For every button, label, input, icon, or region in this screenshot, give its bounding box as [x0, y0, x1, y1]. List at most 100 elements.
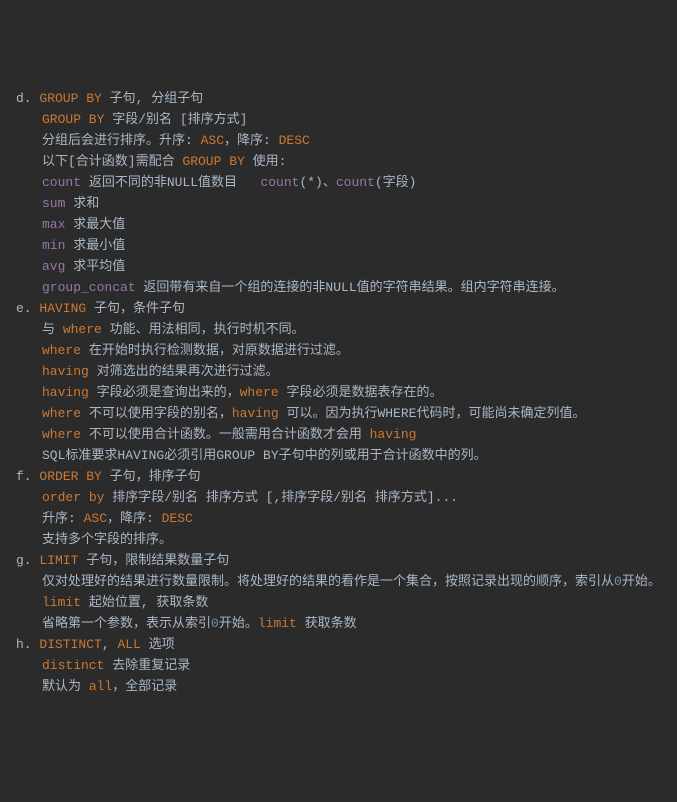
num-token: 0	[211, 616, 219, 631]
code-line: 升序: ASC，降序: DESC	[6, 508, 677, 529]
kw-token: GROUP BY	[39, 91, 101, 106]
text-token: h.	[16, 637, 39, 652]
text-token: 求最小值	[65, 238, 125, 253]
text-token: 可以。因为执行WHERE代码时，可能尚未确定列值。	[279, 406, 586, 421]
text-token: 子句，排序子句	[102, 469, 201, 484]
num-token: 0	[614, 574, 622, 589]
text-token: 不可以使用字段的别名，	[81, 406, 232, 421]
text-token: 开始。	[622, 574, 661, 589]
code-line: SQL标准要求HAVING必须引用GROUP BY子句中的列或用于合计函数中的列…	[6, 445, 677, 466]
code-line: d. GROUP BY 子句, 分组子句	[6, 88, 677, 109]
fn-token: count	[336, 175, 375, 190]
kw-token: ASC	[84, 511, 107, 526]
text-token: ，全部记录	[112, 679, 177, 694]
text-token: 字段必须是查询出来的，	[89, 385, 240, 400]
code-line: limit 起始位置, 获取条数	[6, 592, 677, 613]
text-token: ，降序:	[107, 511, 162, 526]
kw-token: having	[42, 385, 89, 400]
code-line: distinct 去除重复记录	[6, 655, 677, 676]
fn-token: sum	[42, 196, 65, 211]
kw-token: order	[42, 490, 81, 505]
text-token: 获取条数	[297, 616, 357, 631]
code-line: order by 排序字段/别名 排序方式 [,排序字段/别名 排序方式]...	[6, 487, 677, 508]
kw-token: limit	[258, 616, 297, 631]
code-line: sum 求和	[6, 193, 677, 214]
code-line: min 求最小值	[6, 235, 677, 256]
text-token: 起始位置, 获取条数	[81, 595, 208, 610]
text-token: 子句，条件子句	[86, 301, 185, 316]
text-token: (*)、	[299, 175, 335, 190]
kw-token: where	[42, 406, 81, 421]
fn-token: count	[42, 175, 81, 190]
code-line: 支持多个字段的排序。	[6, 529, 677, 550]
kw-token: where	[63, 322, 102, 337]
code-line: h. DISTINCT, ALL 选项	[6, 634, 677, 655]
kw-token: all	[89, 679, 112, 694]
kw-token: having	[232, 406, 279, 421]
text-token	[81, 490, 89, 505]
code-line: where 不可以使用合计函数。一般需用合计函数才会用 having	[6, 424, 677, 445]
code-line: g. LIMIT 子句，限制结果数量子句	[6, 550, 677, 571]
code-line: 仅对处理好的结果进行数量限制。将处理好的结果的看作是一个集合，按照记录出现的顺序…	[6, 571, 677, 592]
text-token: 与	[42, 322, 63, 337]
text-token: 仅对处理好的结果进行数量限制。将处理好的结果的看作是一个集合，按照记录出现的顺序…	[42, 574, 614, 589]
text-token: 默认为	[42, 679, 89, 694]
kw-token: ASC	[201, 133, 224, 148]
kw-token: where	[240, 385, 279, 400]
text-token: 去除重复记录	[104, 658, 190, 673]
code-line: GROUP BY 字段/别名 [排序方式]	[6, 109, 677, 130]
code-line: having 字段必须是查询出来的，where 字段必须是数据表存在的。	[6, 382, 677, 403]
fn-token: max	[42, 217, 65, 232]
text-token: 省略第一个参数，表示从索引	[42, 616, 211, 631]
text-token: 在开始时执行检测数据，对原数据进行过滤。	[81, 343, 349, 358]
code-line: group_concat 返回带有来自一个组的连接的非NULL值的字符串结果。组…	[6, 277, 677, 298]
fn-token: min	[42, 238, 65, 253]
text-token: 不可以使用合计函数。一般需用合计函数才会用	[81, 427, 370, 442]
text-token: 子句, 分组子句	[102, 91, 203, 106]
kw-token: LIMIT	[39, 553, 78, 568]
text-token: 支持多个字段的排序。	[42, 532, 172, 547]
code-line: where 在开始时执行检测数据，对原数据进行过滤。	[6, 340, 677, 361]
code-line: where 不可以使用字段的别名，having 可以。因为执行WHERE代码时，…	[6, 403, 677, 424]
text-token: f.	[16, 469, 39, 484]
code-line: 省略第一个参数，表示从索引0开始。limit 获取条数	[6, 613, 677, 634]
kw-token: DISTINCT	[39, 637, 101, 652]
text-token: 返回不同的非NULL值数目	[81, 175, 260, 190]
text-token: (字段)	[375, 175, 417, 190]
text-token: g.	[16, 553, 39, 568]
text-token: 返回带有来自一个组的连接的非NULL值的字符串结果。组内字符串连接。	[136, 280, 565, 295]
text-token: 子句，限制结果数量子句	[78, 553, 229, 568]
kw-token: where	[42, 427, 81, 442]
text-token: 求最大值	[65, 217, 125, 232]
code-line: 以下[合计函数]需配合 GROUP BY 使用:	[6, 151, 677, 172]
text-token: 求和	[65, 196, 99, 211]
text-token: 以下[合计函数]需配合	[42, 154, 182, 169]
kw-token: GROUP BY	[182, 154, 244, 169]
kw-token: GROUP BY	[42, 112, 104, 127]
code-line: e. HAVING 子句，条件子句	[6, 298, 677, 319]
fn-token: count	[260, 175, 299, 190]
text-token: 字段/别名 [排序方式]	[104, 112, 247, 127]
text-token: 开始。	[219, 616, 258, 631]
code-line: f. ORDER BY 子句，排序子句	[6, 466, 677, 487]
text-token: 求平均值	[65, 259, 125, 274]
fn-token: group_concat	[42, 280, 136, 295]
text-token: ，降序:	[224, 133, 279, 148]
text-token: SQL标准要求HAVING必须引用GROUP BY子句中的列或用于合计函数中的列…	[42, 448, 487, 463]
kw-token: ORDER BY	[39, 469, 101, 484]
kw-token: limit	[42, 595, 81, 610]
text-token: d.	[16, 91, 39, 106]
text-token: e.	[16, 301, 39, 316]
code-line: 与 where 功能、用法相同，执行时机不同。	[6, 319, 677, 340]
kw-token: ALL	[117, 637, 140, 652]
fn-token: avg	[42, 259, 65, 274]
code-line: 默认为 all，全部记录	[6, 676, 677, 697]
text-token: 分组后会进行排序。升序:	[42, 133, 201, 148]
text-token: 字段必须是数据表存在的。	[279, 385, 443, 400]
code-line: avg 求平均值	[6, 256, 677, 277]
text-token: 使用:	[245, 154, 287, 169]
kw-token: distinct	[42, 658, 104, 673]
text-token: 对筛选出的结果再次进行过滤。	[89, 364, 279, 379]
kw-token: having	[370, 427, 417, 442]
text-token: ,	[102, 637, 118, 652]
